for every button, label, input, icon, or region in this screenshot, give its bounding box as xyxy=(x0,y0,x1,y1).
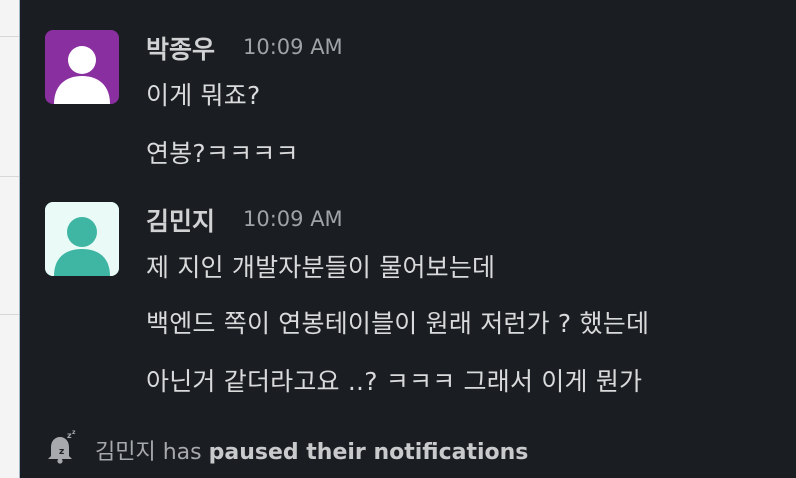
user-icon xyxy=(45,202,119,276)
message-timestamp[interactable]: 10:09 AM xyxy=(243,35,343,59)
sender-name[interactable]: 박종우 xyxy=(146,30,215,66)
divider xyxy=(0,36,20,37)
avatar[interactable] xyxy=(45,202,119,276)
message-timestamp[interactable]: 10:09 AM xyxy=(243,207,343,231)
paused-notifications-icon: z z z xyxy=(48,430,76,464)
sender-name[interactable]: 김민지 xyxy=(146,202,215,238)
status-user[interactable]: 김민지 xyxy=(95,440,156,465)
message-text: 제 지인 개발자분들이 물어보는데 xyxy=(146,253,496,282)
message-text: 연봉?ㅋㅋㅋㅋ xyxy=(146,139,299,168)
left-sidebar-edge xyxy=(0,0,20,478)
avatar[interactable] xyxy=(45,30,119,104)
message-text: 아닌거 같더라고요 ..? ㅋㅋㅋ 그래서 이게 뭔가 xyxy=(146,367,643,396)
svg-text:z: z xyxy=(72,430,76,436)
message-text: 백엔드 쪽이 연봉테이블이 원래 저런가 ? 했는데 xyxy=(146,309,650,338)
message-text: 이게 뭐죠? xyxy=(146,81,261,110)
status-text-bold: paused their notifications xyxy=(208,440,529,465)
message-panel: 박종우 10:09 AM 이게 뭐죠? 연봉?ㅋㅋㅋㅋ 김민지 10:09 AM… xyxy=(20,0,796,478)
divider xyxy=(0,176,20,177)
svg-text:z: z xyxy=(59,447,64,457)
divider xyxy=(0,314,20,315)
status-text: 김민지 has paused their notifications xyxy=(95,434,528,466)
status-text-middle: has xyxy=(155,440,209,465)
user-icon xyxy=(54,46,110,104)
